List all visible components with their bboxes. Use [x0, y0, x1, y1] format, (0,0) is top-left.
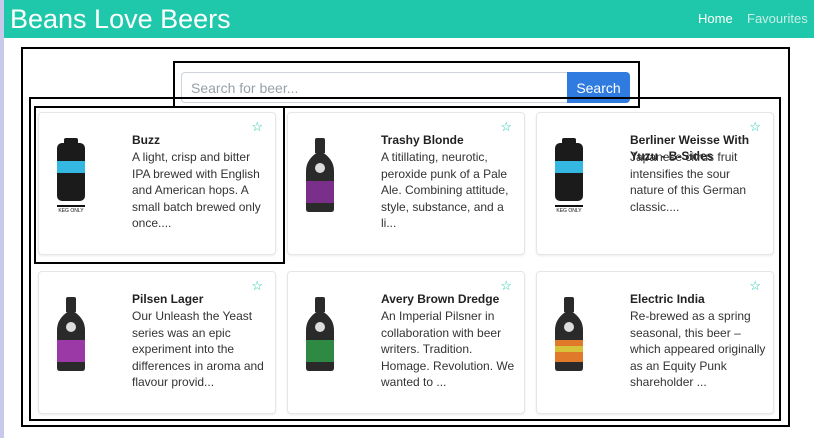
bottle-icon: [306, 297, 334, 371]
brand-title[interactable]: Beans Love Beers: [10, 4, 231, 34]
beer-description: A light, crisp and bitter IPA brewed wit…: [132, 150, 261, 230]
beer-description: A titillating, neurotic, peroxide punk o…: [381, 150, 509, 230]
beer-name: Trashy Blonde: [381, 133, 464, 147]
search-button[interactable]: Search: [567, 72, 630, 103]
search-input[interactable]: [181, 72, 567, 103]
svg-text:KEG ONLY: KEG ONLY: [58, 208, 84, 214]
beer-name: Electric India: [630, 292, 705, 306]
beer-card[interactable]: ☆ Avery Brown Dredge An Imperial Pilsner…: [287, 271, 525, 414]
beer-card[interactable]: ☆ Pilsen Lager Our Unleash the Yeast ser…: [38, 271, 276, 414]
beer-card[interactable]: KEG ONLY ☆ Buzz A light, crisp and bitte…: [38, 112, 276, 255]
beer-name: Buzz: [132, 133, 160, 147]
navbar: Beans Love Beers Home Favourites: [4, 0, 814, 38]
bottle-icon: [555, 297, 583, 371]
nav-home-link[interactable]: Home: [698, 11, 733, 27]
beer-description: Japanese citrus fruit intensifies the so…: [630, 150, 747, 214]
beer-card[interactable]: KEG ONLY ☆ Berliner Weisse With Yuzu - B…: [536, 112, 774, 255]
beer-description: Our Unleash the Yeast series was an epic…: [132, 309, 264, 389]
beer-card[interactable]: ☆ Electric India Re-brewed as a spring s…: [536, 271, 774, 414]
beer-card[interactable]: ☆ Trashy Blonde A titillating, neurotic,…: [287, 112, 525, 255]
bottle-icon: [306, 138, 334, 212]
beer-name: Pilsen Lager: [132, 292, 204, 306]
beer-description: An Imperial Pilsner in collaboration wit…: [381, 309, 515, 389]
beer-name: Avery Brown Dredge: [381, 292, 500, 306]
keg-icon: KEG ONLY: [57, 138, 85, 214]
beer-description: Re-brewed as a spring seasonal, this bee…: [630, 309, 766, 389]
nav-favourites-link[interactable]: Favourites: [747, 11, 808, 27]
svg-text:KEG ONLY: KEG ONLY: [556, 208, 582, 214]
bottle-icon: [57, 297, 85, 371]
keg-icon: KEG ONLY: [555, 138, 583, 214]
